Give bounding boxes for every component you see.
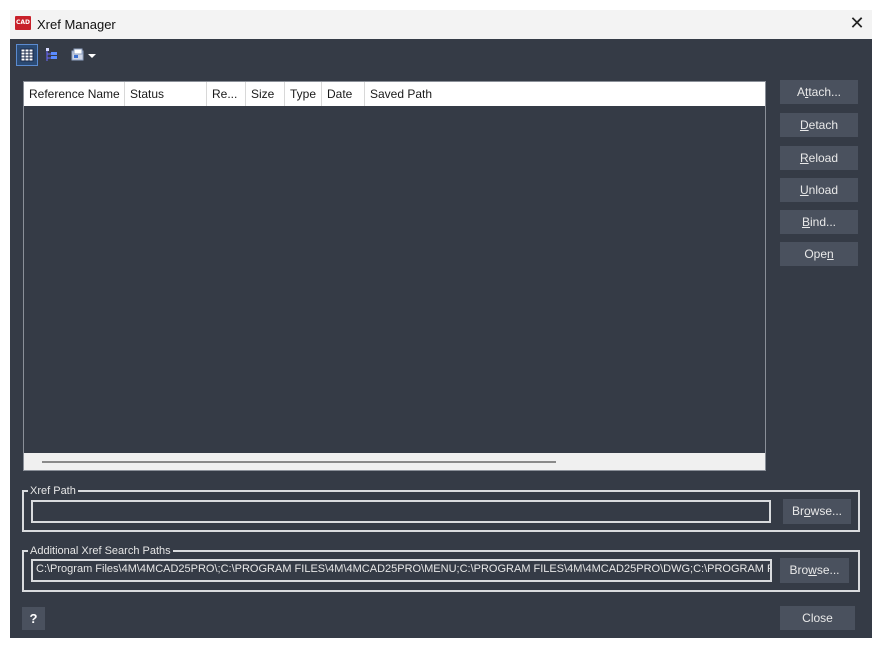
close-window-icon[interactable]: ✕ bbox=[842, 10, 872, 39]
title-bar: CAD Xref Manager ✕ bbox=[10, 10, 872, 39]
column-header-re[interactable]: Re... bbox=[207, 82, 246, 106]
list-view-icon[interactable] bbox=[16, 44, 38, 66]
xref-path-label: Xref Path bbox=[28, 484, 78, 498]
unload-button[interactable]: Unload bbox=[780, 178, 858, 202]
browse-search-paths-button[interactable]: Browse... bbox=[780, 558, 849, 583]
column-header-saved-path[interactable]: Saved Path bbox=[365, 82, 765, 106]
search-paths-group: Additional Xref Search Paths C:\Program … bbox=[22, 544, 860, 592]
help-button[interactable]: ? bbox=[22, 607, 45, 630]
open-button[interactable]: Open bbox=[780, 242, 858, 266]
browse-xref-path-button[interactable]: Browse... bbox=[783, 499, 851, 524]
list-header: Reference Name Status Re... Size Type Da… bbox=[24, 82, 765, 106]
xref-list[interactable]: Reference Name Status Re... Size Type Da… bbox=[23, 81, 766, 471]
tree-view-icon[interactable] bbox=[41, 44, 63, 66]
app-logo-icon: CAD bbox=[15, 16, 31, 30]
search-paths-input[interactable]: C:\Program Files\4M\4MCAD25PRO\;C:\PROGR… bbox=[31, 559, 772, 582]
column-header-size[interactable]: Size bbox=[246, 82, 285, 106]
column-header-date[interactable]: Date bbox=[322, 82, 365, 106]
search-paths-label: Additional Xref Search Paths bbox=[28, 544, 173, 558]
xref-manager-window: CAD Xref Manager ✕ Reference Name Status… bbox=[10, 10, 872, 638]
xref-path-input[interactable] bbox=[31, 500, 771, 523]
xref-path-group: Xref Path Browse... bbox=[22, 484, 860, 532]
detach-button[interactable]: Detach bbox=[780, 113, 858, 137]
attach-button[interactable]: Attach... bbox=[780, 80, 858, 104]
horizontal-scrollbar[interactable] bbox=[24, 453, 765, 470]
column-header-reference-name[interactable]: Reference Name bbox=[24, 82, 125, 106]
preview-dropdown-icon[interactable] bbox=[66, 44, 100, 66]
column-header-type[interactable]: Type bbox=[285, 82, 322, 106]
scrollbar-thumb[interactable] bbox=[42, 461, 556, 463]
column-header-status[interactable]: Status bbox=[125, 82, 207, 106]
window-title: Xref Manager bbox=[37, 17, 116, 32]
bind-button[interactable]: Bind... bbox=[780, 210, 858, 234]
close-button[interactable]: Close bbox=[780, 606, 855, 630]
reload-button[interactable]: Reload bbox=[780, 146, 858, 170]
